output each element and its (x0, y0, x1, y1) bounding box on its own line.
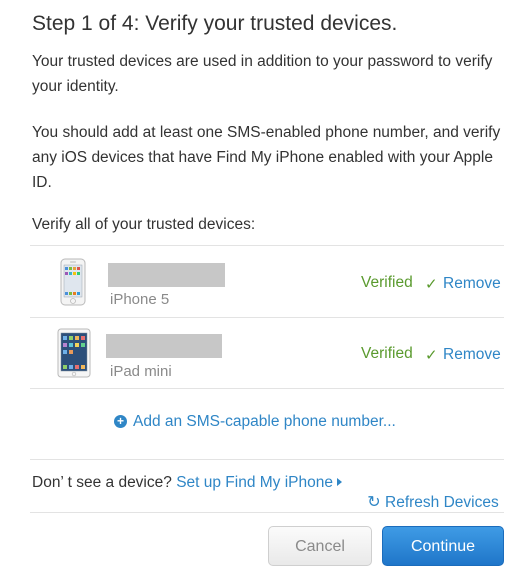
verified-status: Verified (361, 345, 413, 362)
add-sms-phone-link[interactable]: + Add an SMS-capable phone number... (114, 413, 396, 431)
add-sms-phone-label: Add an SMS-capable phone number... (133, 413, 396, 430)
no-device-prompt: Don’ t see a device? Set up Find My iPho… (32, 474, 342, 492)
ipad-icon (57, 328, 91, 378)
device-model: iPhone 5 (110, 291, 170, 308)
iphone-icon (60, 258, 86, 306)
remove-device-link[interactable]: Remove (443, 275, 501, 293)
plus-circle-icon: + (114, 415, 127, 428)
divider (30, 459, 504, 460)
divider (30, 388, 504, 389)
intro-paragraph-2: You should add at least one SMS-enabled … (32, 124, 501, 191)
redacted-device-name (106, 334, 222, 358)
device-model: iPad mini (110, 363, 172, 380)
intro-paragraph-1: Your trusted devices are used in additio… (32, 53, 493, 95)
page-title: Step 1 of 4: Verify your trusted devices… (32, 12, 398, 35)
verify-devices-page: Step 1 of 4: Verify your trusted devices… (0, 0, 532, 588)
devices-section-label: Verify all of your trusted devices: (32, 216, 256, 233)
checkmark-icon: ✓ (425, 276, 438, 293)
setup-find-my-iphone-link[interactable]: Set up Find My iPhone (176, 474, 342, 491)
divider (30, 512, 504, 513)
chevron-right-icon (337, 478, 342, 486)
verified-status: Verified (361, 274, 413, 291)
redacted-device-name (108, 263, 225, 287)
refresh-devices-label: Refresh Devices (385, 494, 499, 511)
device-row-ipad: iPad mini Verified ✓ Remove (30, 318, 504, 388)
cancel-button[interactable]: Cancel (268, 526, 372, 566)
refresh-icon: ↻ (367, 494, 381, 511)
setup-find-my-iphone-label: Set up Find My iPhone (176, 474, 333, 491)
refresh-devices-link[interactable]: ↻ Refresh Devices (366, 492, 499, 512)
device-row-iphone: iPhone 5 Verified ✓ Remove (30, 246, 504, 316)
remove-device-link[interactable]: Remove (443, 346, 501, 364)
continue-button[interactable]: Continue (382, 526, 504, 566)
checkmark-icon: ✓ (425, 347, 438, 364)
no-device-text: Don’ t see a device? (32, 474, 172, 491)
